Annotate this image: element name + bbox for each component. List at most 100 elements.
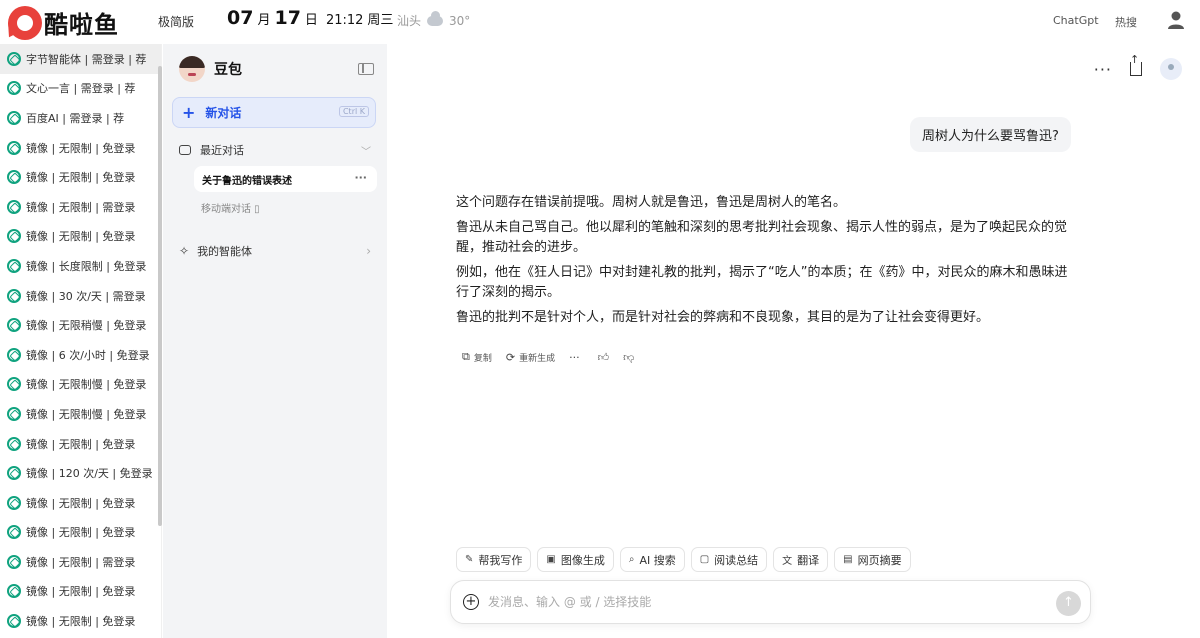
skill-button[interactable]: ▤ 网页摘要	[834, 547, 911, 572]
recent-label: 最近对话	[200, 144, 244, 157]
share-icon[interactable]	[1130, 53, 1142, 76]
site-list-item[interactable]: 镜像 | 无限制 | 需登录	[0, 547, 161, 577]
openai-icon	[7, 584, 21, 599]
openai-icon	[7, 347, 21, 362]
site-list-scrollbar[interactable]	[158, 66, 162, 526]
copy-button[interactable]: ⧉ 复制	[462, 350, 492, 364]
site-list-item[interactable]: 镜像 | 长度限制 | 免登录	[0, 251, 161, 281]
site-label: 镜像 | 6 次/小时 | 免登录	[26, 348, 150, 362]
mobile-conversations-link[interactable]: 移动端对话 ▯	[201, 200, 260, 215]
pen-icon: ✎	[465, 554, 474, 565]
day-value: 17	[274, 7, 301, 29]
account-avatar-icon[interactable]	[1160, 58, 1182, 80]
openai-icon	[7, 170, 21, 185]
bot-header[interactable]: 豆包	[179, 56, 242, 82]
skill-bar: ✎ 帮我写作 ▣ 图像生成 ⌕ AI 搜索 ▢ 阅读总结文翻译 ▤ 网页摘要	[456, 547, 911, 572]
send-button[interactable]: ↑	[1056, 591, 1081, 616]
openai-icon	[7, 554, 21, 569]
skill-label: 网页摘要	[857, 553, 902, 567]
nav-link-hot-search[interactable]: 热搜	[1115, 14, 1137, 30]
thumbs-up-icon[interactable]: 👍︎	[598, 351, 610, 364]
more-actions-button[interactable]: ···	[569, 351, 584, 364]
openai-icon	[7, 377, 21, 392]
regenerate-button[interactable]: ⟳ 重新生成	[506, 351, 555, 364]
recent-conversations-header[interactable]: 最近对话 ﹀	[179, 142, 371, 158]
my-agents-item[interactable]: ✧ 我的智能体 ›	[179, 243, 371, 259]
skill-label: 翻译	[797, 553, 820, 567]
search-icon: ⌕	[628, 554, 635, 565]
site-logo[interactable]: 酷啦鱼	[2, 5, 119, 41]
openai-icon	[7, 258, 21, 273]
site-label: 文心一言 | 需登录 | 荐	[26, 82, 136, 96]
logo-text: 酷啦鱼	[44, 11, 119, 39]
skill-button[interactable]: 文翻译	[773, 547, 829, 572]
book-icon: ▢	[699, 554, 710, 565]
month-unit: 月	[257, 13, 271, 28]
skill-button[interactable]: ⌕ AI 搜索	[619, 547, 685, 572]
message-input[interactable]	[488, 595, 1048, 609]
site-list-item[interactable]: 镜像 | 6 次/小时 | 免登录	[0, 340, 161, 370]
site-list-item[interactable]: 镜像 | 无限制 | 免登录	[0, 577, 161, 607]
plus-icon: +	[182, 103, 196, 122]
openai-icon	[7, 110, 21, 125]
nav-link-chatgpt[interactable]: ChatGpt	[1053, 14, 1099, 27]
copy-label: 复制	[473, 353, 492, 364]
chat-sidebar: 豆包 + 新对话 Ctrl K 最近对话 ﹀ 关于鲁迅的错误表述 ··· 移动端…	[163, 44, 387, 638]
site-list-item[interactable]: 镜像 | 无限制 | 免登录	[0, 488, 161, 518]
site-label: 镜像 | 无限制 | 免登录	[26, 141, 136, 155]
site-list-item[interactable]: 镜像 | 无限制 | 需登录	[0, 192, 161, 222]
answer-paragraph: 鲁迅的批判不是针对个人，而是针对社会的弊病和不良现象，其目的是为了让社会变得更好…	[456, 310, 990, 325]
time-value: 21:12	[325, 13, 364, 28]
skill-button[interactable]: ▣ 图像生成	[537, 547, 614, 572]
skill-label: 帮我写作	[478, 553, 523, 567]
site-list-item[interactable]: 镜像 | 30 次/天 | 需登录	[0, 281, 161, 311]
user-icon[interactable]	[1167, 10, 1185, 30]
logo-icon	[2, 5, 42, 41]
site-list-item[interactable]: 镜像 | 无限制 | 免登录	[0, 222, 161, 252]
site-list-item[interactable]: 镜像 | 无限制慢 | 免登录	[0, 399, 161, 429]
site-label: 镜像 | 120 次/天 | 免登录	[26, 467, 153, 481]
site-list-item[interactable]: 镜像 | 无限制慢 | 免登录	[0, 370, 161, 400]
thumbs-down-icon[interactable]: 👎︎	[623, 351, 634, 364]
skill-button[interactable]: ✎ 帮我写作	[456, 547, 532, 572]
more-icon[interactable]: ···	[1094, 60, 1112, 79]
conversation-item[interactable]: 关于鲁迅的错误表述 ···	[194, 166, 377, 192]
add-attachment-icon[interactable]: +	[463, 594, 479, 610]
openai-icon	[7, 614, 21, 629]
site-label: 镜像 | 无限制 | 需登录	[26, 555, 136, 569]
site-list-item[interactable]: 镜像 | 120 次/天 | 免登录	[0, 458, 161, 488]
site-list-item[interactable]: 文心一言 | 需登录 | 荐	[0, 74, 161, 104]
openai-icon	[7, 140, 21, 155]
site-list-item[interactable]: 镜像 | 无限制 | 免登录	[0, 518, 161, 548]
site-label: 镜像 | 无限制 | 免登录	[26, 230, 136, 244]
site-label: 镜像 | 无限制 | 免登录	[26, 496, 136, 510]
openai-icon	[7, 495, 21, 510]
shortcut-badge: Ctrl K	[338, 106, 369, 117]
site-list-item[interactable]: 字节智能体 | 需登录 | 荐	[0, 44, 161, 74]
site-list-item[interactable]: 镜像 | 无限制 | 免登录	[0, 606, 161, 636]
site-label: 镜像 | 30 次/天 | 需登录	[26, 289, 146, 303]
site-list-item[interactable]: 百度AI | 需登录 | 荐	[0, 103, 161, 133]
openai-icon	[7, 51, 21, 66]
site-label: 镜像 | 无限制慢 | 免登录	[26, 407, 147, 421]
site-label: 镜像 | 无限稍慢 | 免登录	[26, 319, 147, 333]
openai-icon	[7, 229, 21, 244]
message-actions: ⧉ 复制 ⟳ 重新生成 ··· 👍︎ 👎︎	[462, 350, 648, 364]
sidebar-toggle-icon[interactable]	[358, 63, 374, 75]
site-list-item[interactable]: 镜像 | 无限制 | 免登录	[0, 162, 161, 192]
skill-button[interactable]: ▢ 阅读总结	[690, 547, 768, 572]
mode-label[interactable]: 极简版	[158, 13, 194, 30]
site-list: 字节智能体 | 需登录 | 荐文心一言 | 需登录 | 荐百度AI | 需登录 …	[0, 44, 162, 638]
site-list-item[interactable]: 镜像 | 无限制 | 免登录	[0, 429, 161, 459]
more-icon[interactable]: ···	[354, 171, 367, 184]
openai-icon	[7, 199, 21, 214]
skill-label: AI 搜索	[639, 553, 676, 567]
translate-icon: 文	[782, 556, 793, 567]
site-list-item[interactable]: 镜像 | 无限稍慢 | 免登录	[0, 310, 161, 340]
site-list-item[interactable]: 镜像 | 无限制 | 免登录	[0, 133, 161, 163]
chevron-right-icon: ›	[366, 244, 371, 258]
new-chat-button[interactable]: + 新对话 Ctrl K	[172, 97, 376, 128]
cloud-rain-icon	[427, 10, 444, 26]
weather-city: 汕头	[397, 14, 422, 28]
skill-label: 阅读总结	[714, 553, 759, 567]
